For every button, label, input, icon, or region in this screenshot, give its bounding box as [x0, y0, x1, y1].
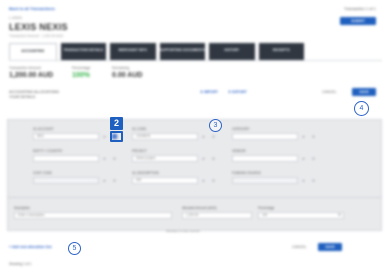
gl-code-field[interactable]: 12345678 — [132, 133, 198, 140]
funding-source-field[interactable] — [232, 177, 298, 184]
tab-divider — [9, 60, 382, 61]
description-input[interactable]: Enter a description — [14, 212, 172, 219]
annotation-badge: 2 — [110, 117, 123, 130]
funding-source-label: FUNDING SOURCE — [232, 171, 262, 175]
search-icon[interactable]: ⌕ — [201, 134, 206, 139]
import-link[interactable]: ⬇ IMPORT — [200, 90, 218, 94]
add-allocation-line-button[interactable]: + Add new allocation line — [9, 245, 52, 249]
cancel-bottom-button[interactable]: CANCEL — [292, 245, 307, 249]
save-bottom-button[interactable]: SAVE — [318, 243, 342, 251]
tab-receipts[interactable]: RECEIPTS — [258, 43, 304, 60]
search-icon[interactable]: ⌕ — [201, 156, 206, 161]
list-icon[interactable]: ≡ — [211, 178, 216, 183]
tab-supporting-documents[interactable]: SUPPORTING DOCUMENTS — [159, 43, 205, 60]
percentage-label: Percentage — [72, 66, 91, 70]
percentage-field-label: Percentage — [258, 206, 275, 210]
list-icon[interactable]: ≡ — [311, 156, 316, 161]
project-field[interactable]: Select project — [132, 155, 198, 162]
entity-field[interactable] — [33, 155, 99, 162]
annotation-marker: 3 — [209, 119, 222, 132]
save-top-button[interactable]: SAVE — [352, 88, 376, 96]
percent-suffix: % — [338, 213, 341, 217]
remaining-value: 0.00 AUD — [112, 72, 143, 79]
gl-description-field[interactable]: 000 — [132, 177, 198, 184]
list-icon[interactable]: ≡ — [311, 134, 316, 139]
category-label: CATEGORY — [232, 127, 250, 131]
tab-accounting[interactable]: ACCOUNTING — [9, 43, 57, 60]
allocated-amount-input[interactable]: 1,200.00 — [182, 212, 252, 219]
panel-divider — [7, 197, 382, 198]
export-link[interactable]: ⬆ EXPORT — [228, 90, 247, 94]
annotation-marker: 5 — [68, 242, 81, 255]
transaction-code: L-00001 — [9, 16, 23, 20]
search-icon[interactable]: ⌕ — [301, 134, 306, 139]
search-icon[interactable]: ⌕ — [102, 178, 107, 183]
vendor-label: VENDOR — [232, 149, 246, 153]
accounting-subheading: YOUR DETAILS — [9, 95, 36, 99]
list-icon[interactable]: ≡ — [112, 156, 117, 161]
list-icon[interactable]: ≡ — [112, 178, 117, 183]
gl-account-field[interactable]: 6521 — [33, 133, 99, 140]
annotation-marker: 4 — [354, 101, 369, 116]
focus-highlight — [110, 131, 123, 142]
showing-count: Showing 1 of 1 — [9, 262, 32, 266]
cost-code-field[interactable] — [33, 177, 99, 184]
vendor-field[interactable] — [232, 155, 298, 162]
list-icon[interactable]: ≡ — [211, 134, 216, 139]
allocated-amount-label: Allocated Amount (AUD) — [182, 206, 217, 210]
list-icon[interactable]: ≡ — [211, 156, 216, 161]
search-icon[interactable]: ⌕ — [201, 178, 206, 183]
cancel-top-button[interactable]: CANCEL — [322, 90, 337, 94]
search-icon[interactable]: ⌕ — [301, 178, 306, 183]
gl-description-label: GL DESCRIPTION — [132, 171, 159, 175]
cost-code-label: COST CODE — [33, 171, 52, 175]
pagination-indicator: Transaction 1 of 1 — [344, 6, 376, 11]
search-icon[interactable]: ⌕ — [102, 156, 107, 161]
list-icon[interactable]: ≡ — [311, 178, 316, 183]
back-to-transactions-link[interactable]: Back to all Transactions — [9, 6, 55, 11]
description-label: Description — [14, 206, 30, 210]
tab-merchant-info[interactable]: MERCHANT INFO — [110, 43, 156, 60]
import-label: IMPORT — [204, 90, 218, 94]
percentage-value: 100% — [72, 72, 90, 79]
allocation-hint: Allocation is fully covered — [166, 229, 200, 233]
gl-account-label: GL ACCOUNT — [33, 127, 54, 131]
tab-history[interactable]: HISTORY — [209, 43, 255, 60]
tab-transaction-details[interactable]: TRANSACTION DETAILS — [60, 43, 106, 60]
submit-button[interactable]: SUBMIT — [340, 17, 376, 25]
category-field[interactable] — [232, 133, 298, 140]
transaction-amount-value: 1,200.00 AUD — [9, 72, 54, 79]
page-subtitle: Transaction Amount · 1,000.00 AUD — [9, 34, 64, 38]
page-title: LEXIS NEXIS — [9, 22, 68, 32]
tab-bar: ACCOUNTING TRANSACTION DETAILS MERCHANT … — [9, 43, 304, 60]
entity-label: ENTITY / COUNTRY — [33, 149, 63, 153]
transaction-amount-label: Transaction Amount — [9, 66, 41, 70]
remaining-label: Remaining — [112, 66, 130, 70]
percentage-input[interactable]: 100 — [258, 212, 344, 219]
project-label: PROJECT — [132, 149, 147, 153]
search-icon[interactable]: ⌕ — [301, 156, 306, 161]
accounting-heading: ACCOUNTING ALLOCATIONS — [9, 90, 59, 94]
export-label: EXPORT — [232, 90, 247, 94]
search-icon[interactable]: ⌕ — [102, 134, 107, 139]
gl-code-label: GL CODE — [132, 127, 147, 131]
